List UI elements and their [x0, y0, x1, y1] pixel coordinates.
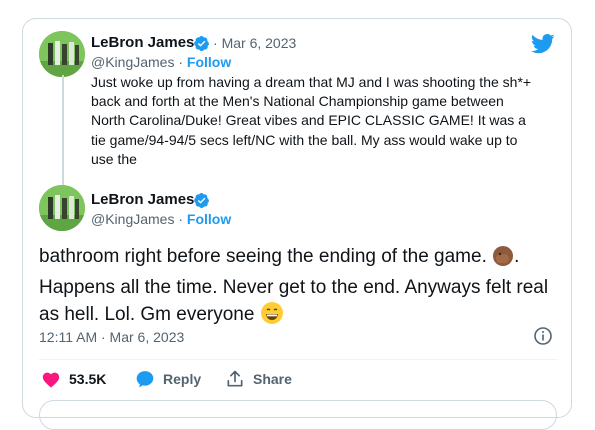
avatar-quoted[interactable] [39, 31, 85, 77]
grinning-emoji-icon [260, 301, 284, 333]
verified-badge-icon [194, 36, 210, 51]
avatar-main[interactable] [39, 185, 85, 231]
verified-badge-icon [194, 193, 210, 208]
like-button[interactable]: 53.5K [41, 367, 106, 391]
author-name-main[interactable]: LeBron James [91, 191, 194, 208]
thread-line [62, 75, 64, 189]
read-replies-button[interactable] [39, 400, 557, 430]
follow-button-main[interactable]: Follow [187, 211, 231, 227]
tweet-timestamp[interactable]: 12:11 AM · Mar 6, 2023 [39, 329, 184, 345]
reply-bubble-icon [136, 371, 154, 388]
handle-quoted[interactable]: @KingJames · Follow [91, 54, 231, 70]
share-button[interactable]: Share [225, 367, 292, 391]
main-tweet-text: bathroom right before seeing the ending … [39, 244, 559, 333]
reply-label: Reply [163, 371, 202, 387]
share-icon [227, 370, 243, 387]
facepalm-emoji-icon [492, 245, 514, 275]
like-count: 53.5K [69, 371, 107, 387]
heart-icon [42, 372, 60, 388]
quoted-tweet-text: Just woke up from having a dream that MJ… [91, 74, 532, 167]
share-label: Share [253, 371, 292, 387]
divider [39, 359, 557, 360]
follow-button-quoted[interactable]: Follow [187, 54, 231, 70]
reply-button[interactable]: Reply [135, 367, 201, 391]
date-quoted[interactable]: · Mar 6, 2023 [213, 35, 296, 51]
twitter-bird-icon[interactable] [531, 34, 555, 54]
author-name-quoted[interactable]: LeBron James [91, 34, 194, 51]
info-icon[interactable] [533, 326, 553, 346]
handle-main[interactable]: @KingJames · Follow [91, 211, 231, 227]
tweet-card: LeBron James · Mar 6, 2023 @KingJames · … [22, 18, 572, 430]
